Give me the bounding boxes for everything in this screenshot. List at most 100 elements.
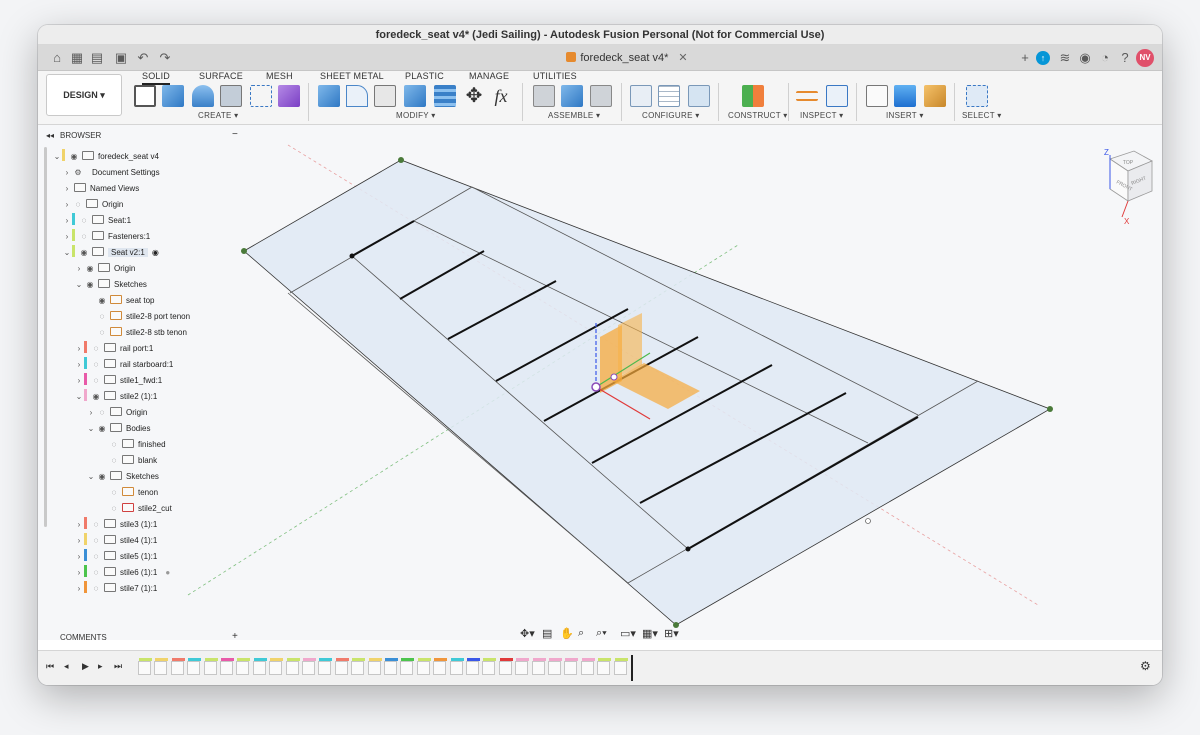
display-settings-icon[interactable]: ▭▾: [620, 627, 636, 640]
browser-item[interactable]: ⌄ ◉ foredeck_seat v4: [52, 149, 159, 165]
redo-icon[interactable]: ↷: [156, 49, 174, 67]
document-tab[interactable]: foredeck_seat v4* ✕: [198, 45, 1056, 71]
extrude-icon[interactable]: [162, 85, 184, 107]
close-tab-icon[interactable]: ✕: [678, 52, 687, 64]
browser-item[interactable]: › ◌ rail starboard:1: [74, 357, 173, 373]
browser-item[interactable]: ◌ stile2-8 stb tenon: [96, 325, 187, 341]
zoom-icon[interactable]: ⌕: [578, 627, 584, 640]
timeline-feature[interactable]: [498, 658, 513, 675]
file-menu-icon[interactable]: ▤: [88, 49, 106, 67]
timeline-feature[interactable]: [400, 658, 415, 675]
browser-item[interactable]: › ◌ stile1_fwd:1: [74, 373, 162, 389]
browser-item[interactable]: › ◌ stile4 (1):1: [74, 533, 157, 549]
measure-icon[interactable]: [796, 91, 818, 101]
timeline-feature[interactable]: [170, 658, 185, 675]
timeline-feature[interactable]: [449, 658, 464, 675]
browser-item[interactable]: ◉ seat top: [96, 293, 154, 309]
insert-group-label[interactable]: INSERT ▾: [886, 111, 924, 120]
tab-mesh[interactable]: MESH: [266, 71, 293, 81]
offset-plane-icon[interactable]: [742, 85, 764, 107]
undo-icon[interactable]: ↶: [134, 49, 152, 67]
grid-settings-icon[interactable]: ▦▾: [642, 627, 658, 640]
fillet-icon[interactable]: [346, 85, 368, 107]
timeline-feature[interactable]: [580, 658, 595, 675]
timeline-feature[interactable]: [154, 658, 169, 675]
help-icon[interactable]: ?: [1116, 49, 1134, 67]
timeline-feature[interactable]: [351, 658, 366, 675]
browser-item[interactable]: › ◌ rail port:1: [74, 341, 153, 357]
create-form-icon[interactable]: [278, 85, 300, 107]
joint-icon[interactable]: [533, 85, 555, 107]
timeline-feature[interactable]: [564, 658, 579, 675]
timeline-feature[interactable]: [269, 658, 284, 675]
canvas-icon[interactable]: [894, 85, 916, 107]
revolve-icon[interactable]: [192, 85, 214, 107]
inspect-group-label[interactable]: INSPECT ▾: [800, 111, 843, 120]
browser-collapse-icon[interactable]: ◂◂: [46, 131, 54, 140]
timeline-feature[interactable]: [138, 658, 152, 675]
browser-item[interactable]: ◌ finished: [108, 437, 166, 453]
browser-item[interactable]: ◌ stile2_cut: [108, 501, 172, 517]
pattern-icon[interactable]: [250, 85, 272, 107]
timeline-feature[interactable]: [482, 658, 497, 675]
browser-item[interactable]: › ◌ stile6 (1):1 ●: [74, 565, 170, 581]
timeline-feature[interactable]: [318, 658, 333, 675]
timeline-settings-gear-icon[interactable]: ⚙: [1140, 659, 1151, 673]
new-component-icon[interactable]: [561, 85, 583, 107]
select-group-label[interactable]: SELECT ▾: [962, 111, 1002, 120]
configure-group-label[interactable]: CONFIGURE ▾: [642, 111, 700, 120]
browser-scrollbar[interactable]: [44, 147, 47, 527]
assemble-group-label[interactable]: ASSEMBLE ▾: [548, 111, 600, 120]
pan-icon[interactable]: ✋: [560, 627, 574, 640]
create-sketch-icon[interactable]: [134, 85, 156, 107]
home-icon[interactable]: ⌂: [48, 49, 66, 67]
network-icon[interactable]: ≋: [1056, 49, 1074, 67]
step-forward-icon[interactable]: ▸: [98, 661, 103, 672]
timeline-feature[interactable]: [548, 658, 562, 675]
press-pull-icon[interactable]: [318, 85, 340, 107]
viewports-icon[interactable]: ⊞▾: [664, 627, 679, 640]
insert-mcmaster-icon[interactable]: [924, 85, 946, 107]
timeline-feature[interactable]: [416, 658, 431, 675]
parameters-icon[interactable]: fx: [490, 85, 512, 107]
fit-icon[interactable]: ⌕▾: [596, 627, 607, 640]
tab-sheet-metal[interactable]: SHEET METAL: [320, 71, 384, 81]
browser-item[interactable]: › ◌ Origin: [86, 405, 147, 421]
go-to-start-icon[interactable]: ⏮: [46, 661, 54, 672]
browser-item[interactable]: › ◉ Origin: [74, 261, 135, 277]
timeline-feature[interactable]: [252, 658, 267, 675]
browser-item-active[interactable]: ⌄ ◉ Seat v2:1 ◉: [62, 245, 159, 261]
timeline-feature[interactable]: [236, 658, 251, 675]
tab-surface[interactable]: SURFACE: [199, 71, 243, 81]
save-icon[interactable]: ▣: [112, 49, 130, 67]
browser-item[interactable]: › ⚙ Document Settings: [62, 165, 160, 181]
browser-item[interactable]: ⌄ ◉ Sketches: [74, 277, 147, 293]
browser-item[interactable]: › ◌ stile5 (1):1: [74, 549, 157, 565]
as-built-joint-icon[interactable]: [590, 85, 612, 107]
chamfer-icon[interactable]: [374, 85, 396, 107]
browser-item[interactable]: › Named Views: [62, 181, 139, 197]
browser-item[interactable]: ◌ tenon: [108, 485, 158, 501]
construct-group-label[interactable]: CONSTRUCT ▾: [728, 111, 788, 120]
modify-group-label[interactable]: MODIFY ▾: [396, 111, 436, 120]
upload-icon[interactable]: ↑: [1036, 51, 1050, 65]
timeline-feature[interactable]: [531, 658, 546, 675]
add-comment-icon[interactable]: +: [232, 631, 238, 642]
timeline-feature[interactable]: [466, 658, 480, 675]
job-status-icon[interactable]: ◉: [1076, 49, 1094, 67]
timeline-feature[interactable]: [302, 658, 316, 675]
combine-icon[interactable]: [434, 85, 456, 107]
move-icon[interactable]: ✥: [463, 85, 485, 107]
browser-item[interactable]: ◌ blank: [108, 453, 157, 469]
timeline-feature[interactable]: [515, 658, 530, 675]
browser-minimize-icon[interactable]: −: [232, 129, 238, 140]
browser-item[interactable]: › ◌ Origin: [62, 197, 123, 213]
grid-icon[interactable]: ▦: [68, 49, 86, 67]
create-group-label[interactable]: CREATE ▾: [198, 111, 239, 120]
timeline-feature[interactable]: [384, 658, 398, 675]
browser-item[interactable]: ⌄ ◉ Sketches: [86, 469, 159, 485]
select-icon[interactable]: [966, 85, 988, 107]
user-avatar[interactable]: NV: [1136, 49, 1154, 67]
configuration-table-icon[interactable]: [658, 85, 680, 107]
timeline-feature[interactable]: [433, 658, 448, 675]
